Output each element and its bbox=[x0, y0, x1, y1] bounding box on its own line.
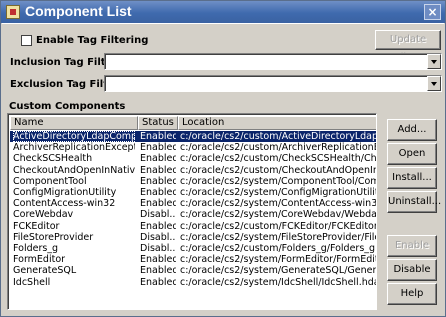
name-cell: ArchiverReplicationExcepti... bbox=[13, 142, 135, 154]
location-cell: c:/oracle/cs2/custom/ActiveDirectoryLdap… bbox=[180, 131, 376, 142]
table-row[interactable]: ComponentTool Enabled c:/oracle/cs2/system… bbox=[10, 175, 376, 187]
table-row[interactable]: IdcShell Enabled c:/oracle/cs2/system/IdcS… bbox=[10, 276, 376, 288]
name-cell: IdcShell bbox=[13, 276, 51, 288]
column-header-name[interactable]: Name bbox=[10, 116, 138, 130]
table-body: ActiveDirectoryLdapComp... Enabled c:/orac… bbox=[10, 130, 376, 309]
name-cell: CheckSCSHealth bbox=[13, 153, 93, 165]
table-row[interactable]: CheckSCSHealth Enabled c:/oracle/cs2/custo… bbox=[10, 153, 376, 165]
name-cell: ContentAccess-win32 bbox=[13, 198, 116, 210]
app-icon bbox=[6, 5, 20, 19]
location-cell: c:/oracle/cs2/system/FileStoreProvider/F… bbox=[180, 231, 376, 243]
status-cell: Enabled bbox=[140, 276, 176, 288]
name-cell: FileStoreProvider bbox=[13, 231, 94, 243]
table-row[interactable]: CheckoutAndOpenInNative Enabled c:/oracle/… bbox=[10, 164, 376, 176]
table-row[interactable]: ContentAccess-win32 Enabled c:/oracle/cs2/… bbox=[10, 198, 376, 210]
name-cell: CoreWebdav bbox=[13, 209, 74, 221]
location-cell: c:/oracle/cs2/custom/CheckoutAndOpenInNa… bbox=[180, 164, 376, 176]
location-cell: c:/oracle/cs2/system/CoreWebdav/Webdav.h… bbox=[180, 209, 376, 221]
table-row[interactable]: ArchiverReplicationExcepti... Enabled c:/o… bbox=[10, 142, 376, 154]
status-cell: Disabl... bbox=[140, 209, 176, 221]
name-cell: FCKEditor bbox=[13, 220, 60, 232]
table-row[interactable]: FormEditor Enabled c:/oracle/cs2/system/Fo… bbox=[10, 254, 376, 266]
location-cell: c:/oracle/cs2/system/ComponentTool/Compo bbox=[180, 175, 376, 187]
table-row[interactable]: FileStoreProvider Disabl... c:/oracle/cs2/… bbox=[10, 231, 376, 243]
table-row[interactable]: ConfigMigrationUtility Enabled c:/oracle/c… bbox=[10, 187, 376, 198]
table-row[interactable]: Folders_g Disabl... c:/oracle/cs2/custom/F… bbox=[10, 243, 376, 254]
help-button[interactable]: Help bbox=[387, 283, 437, 305]
uninstall-button[interactable]: Uninstall... bbox=[387, 191, 441, 213]
location-cell: c:/oracle/cs2/system/ContentAccess-win32… bbox=[180, 198, 376, 210]
disable-button[interactable]: Disable bbox=[387, 259, 437, 281]
inclusion-tag-filter-combo[interactable] bbox=[104, 53, 442, 70]
status-cell: Enabled bbox=[140, 254, 176, 266]
name-cell: ConfigMigrationUtility bbox=[13, 187, 117, 198]
status-cell: Enabled bbox=[140, 153, 176, 165]
name-cell: FormEditor bbox=[13, 254, 66, 266]
location-cell: c:/oracle/cs2/system/GenerateSQL/Generat… bbox=[180, 265, 376, 277]
location-cell: c:/oracle/cs2/system/IdcShell/IdcShell.h… bbox=[180, 276, 376, 288]
enable-tag-filtering-label[interactable]: Enable Tag Filtering bbox=[36, 35, 148, 46]
enable-tag-filtering-checkbox[interactable] bbox=[21, 35, 32, 46]
column-header-location[interactable]: Location bbox=[178, 116, 376, 130]
components-table: Name Status Location ActiveDirectoryLdap… bbox=[7, 113, 377, 310]
exclusion-tag-filter-combo[interactable] bbox=[104, 75, 442, 92]
window-title: Component List bbox=[25, 3, 132, 19]
install-button[interactable]: Install... bbox=[387, 167, 437, 189]
table-row[interactable]: CoreWebdav Disabl... c:/oracle/cs2/system/… bbox=[10, 209, 376, 221]
table-row[interactable]: ActiveDirectoryLdapComp... Enabled c:/orac… bbox=[10, 131, 376, 143]
name-cell: ActiveDirectoryLdapComp... bbox=[13, 131, 135, 142]
table-header: Name Status Location bbox=[10, 116, 376, 130]
chevron-down-icon[interactable] bbox=[427, 54, 441, 69]
status-cell: Enabled bbox=[140, 131, 176, 142]
status-cell: Enabled bbox=[140, 198, 176, 210]
status-cell: Disabl... bbox=[140, 243, 176, 254]
name-cell: ComponentTool bbox=[13, 175, 87, 187]
location-cell: c:/oracle/cs2/custom/ArchiverReplication… bbox=[180, 142, 376, 154]
status-cell: Enabled bbox=[140, 220, 176, 232]
status-cell: Disabl... bbox=[140, 231, 176, 243]
table-row[interactable]: FCKEditor Enabled c:/oracle/cs2/custom/FCK… bbox=[10, 220, 376, 232]
title-bar[interactable]: Component List × bbox=[1, 1, 445, 23]
status-cell: Enabled bbox=[140, 265, 176, 277]
location-cell: c:/oracle/cs2/custom/Folders_g/Folders_g… bbox=[180, 243, 376, 254]
open-button[interactable]: Open bbox=[387, 143, 437, 165]
update-filter-button[interactable]: Update Filter bbox=[375, 30, 441, 63]
location-cell: c:/oracle/cs2/custom/FCKEditor/FCKEditor… bbox=[180, 220, 376, 232]
table-row[interactable]: GenerateSQL Enabled c:/oracle/cs2/system/G… bbox=[10, 265, 376, 277]
name-cell: CheckoutAndOpenInNative bbox=[13, 164, 135, 176]
name-cell: Folders_g bbox=[13, 243, 59, 254]
enable-button[interactable]: Enable bbox=[387, 235, 437, 257]
close-button[interactable]: × bbox=[424, 4, 441, 20]
status-cell: Enabled bbox=[140, 187, 176, 198]
location-cell: c:/oracle/cs2/system/FormEditor/FormEdit… bbox=[180, 254, 376, 266]
location-cell: c:/oracle/cs2/custom/CheckSCSHealth/Chec… bbox=[180, 153, 376, 165]
custom-components-label: Custom Components bbox=[9, 101, 126, 112]
status-cell: Enabled bbox=[140, 164, 176, 176]
column-header-status[interactable]: Status bbox=[138, 116, 178, 130]
name-cell: GenerateSQL bbox=[13, 265, 77, 277]
status-cell: Enabled bbox=[140, 175, 176, 187]
status-cell: Enabled bbox=[140, 142, 176, 154]
chevron-down-icon[interactable] bbox=[427, 76, 441, 91]
add-button[interactable]: Add... bbox=[387, 119, 437, 141]
component-list-window: Component List × Enable Tag Filtering Up… bbox=[0, 0, 446, 317]
location-cell: c:/oracle/cs2/system/ConfigMigrationUtil… bbox=[180, 187, 376, 198]
